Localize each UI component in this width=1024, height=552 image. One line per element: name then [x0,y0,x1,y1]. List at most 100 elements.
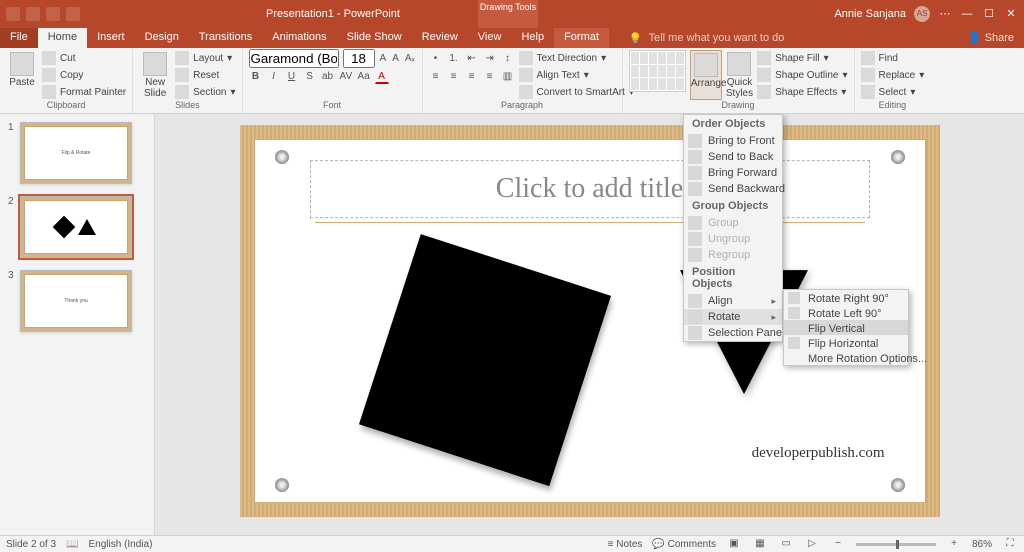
format-painter-button[interactable]: Format Painter [42,84,126,100]
menu-rotate-left-90[interactable]: Rotate Left 90° [784,305,908,320]
arrange-button[interactable]: Arrange [690,50,722,100]
tab-home[interactable]: Home [38,28,87,48]
start-from-beginning-icon[interactable] [66,7,80,21]
user-avatar[interactable]: AS [914,6,930,22]
shadow-button[interactable]: ab [321,68,335,84]
slide-counter[interactable]: Slide 2 of 3 [6,539,56,550]
decrease-font-icon[interactable]: A [391,50,400,66]
normal-view-icon[interactable]: ▣ [726,537,742,551]
slide-thumbnail-2[interactable] [20,196,132,258]
undo-icon[interactable] [26,7,40,21]
tab-slideshow[interactable]: Slide Show [337,28,412,48]
menu-send-to-back[interactable]: Send to Back [684,149,782,165]
menu-flip-vertical[interactable]: Flip Vertical [784,320,908,335]
title-placeholder[interactable]: Click to add title [310,160,870,218]
tab-help[interactable]: Help [511,28,554,48]
line-spacing-icon[interactable]: ↕ [501,50,515,66]
tab-view[interactable]: View [468,28,512,48]
increase-font-icon[interactable]: A [379,50,388,66]
tab-animations[interactable]: Animations [262,28,336,48]
menu-flip-horizontal[interactable]: Flip Horizontal [784,335,908,350]
align-right-icon[interactable]: ≡ [465,68,479,84]
reading-view-icon[interactable]: ▭ [778,537,794,551]
tab-transitions[interactable]: Transitions [189,28,262,48]
copy-button[interactable]: Copy [42,67,126,83]
font-name-input[interactable] [249,49,339,68]
justify-icon[interactable]: ≡ [483,68,497,84]
font-size-input[interactable] [343,49,375,68]
shape-effects-button[interactable]: Shape Effects ▾ [757,84,847,100]
slide-sorter-icon[interactable]: ▦ [752,537,768,551]
select-button[interactable]: Select ▾ [861,84,925,100]
language-indicator[interactable]: English (India) [89,539,153,550]
cut-button[interactable]: Cut [42,50,126,66]
maximize-icon[interactable]: ☐ [982,7,996,21]
tab-format[interactable]: Format [554,28,609,48]
quick-access-toolbar [0,7,86,21]
numbering-icon[interactable]: 1. [447,50,461,66]
zoom-out-button[interactable]: − [830,537,846,551]
menu-bring-forward[interactable]: Bring Forward [684,165,782,181]
font-color-button[interactable]: A [375,68,389,84]
zoom-level[interactable]: 86% [972,539,992,550]
replace-button[interactable]: Replace ▾ [861,67,925,83]
section-button[interactable]: Section ▾ [175,84,235,100]
char-spacing-button[interactable]: AV [339,68,353,84]
menu-more-rotation[interactable]: More Rotation Options... [784,350,908,365]
change-case-button[interactable]: Aa [357,68,371,84]
text-direction-button[interactable]: Text Direction ▾ [519,50,634,66]
ribbon-options-icon[interactable]: ⋯ [938,7,952,21]
menu-bring-to-front[interactable]: Bring to Front [684,133,782,149]
slide-editor[interactable]: Click to add title developerpublish.com … [155,114,1024,535]
shape-fill-button[interactable]: Shape Fill ▾ [757,50,847,66]
new-slide-button[interactable]: New Slide [139,50,171,100]
bold-button[interactable]: B [249,68,263,84]
decrease-indent-icon[interactable]: ⇤ [465,50,479,66]
shape-rotated-square[interactable] [358,234,610,486]
menu-send-backward[interactable]: Send Backward [684,181,782,197]
notes-button[interactable]: ≡ Notes [608,539,643,550]
slide-thumbnail-3[interactable]: Thank you [20,270,132,332]
italic-button[interactable]: I [267,68,281,84]
menu-rotate[interactable]: Rotate▸ [684,309,782,325]
tab-design[interactable]: Design [135,28,189,48]
slide-thumbnail-1[interactable]: Flip & Rotate [20,122,132,184]
find-button[interactable]: Find [861,50,925,66]
shape-outline-button[interactable]: Shape Outline ▾ [757,67,847,83]
bullets-icon[interactable]: • [429,50,443,66]
tell-me-search[interactable]: 💡 Tell me what you want to do [629,28,784,48]
redo-icon[interactable] [46,7,60,21]
share-button[interactable]: 👤 Share [958,28,1024,48]
quick-styles-button[interactable]: Quick Styles [726,50,753,100]
slideshow-view-icon[interactable]: ▷ [804,537,820,551]
shape-gallery[interactable] [629,50,686,92]
zoom-in-button[interactable]: + [946,537,962,551]
strike-button[interactable]: S [303,68,317,84]
menu-selection-pane[interactable]: Selection Pane... [684,325,782,341]
align-text-button[interactable]: Align Text ▾ [519,67,634,83]
paste-button[interactable]: Paste [6,50,38,100]
user-name[interactable]: Annie Sanjana [834,8,906,20]
smartart-button[interactable]: Convert to SmartArt ▾ [519,84,634,100]
zoom-slider[interactable] [856,543,936,546]
columns-icon[interactable]: ▥ [501,68,515,84]
comments-button[interactable]: 💬 Comments [652,539,716,550]
save-icon[interactable] [6,7,20,21]
close-icon[interactable]: ✕ [1004,7,1018,21]
align-center-icon[interactable]: ≡ [447,68,461,84]
tab-review[interactable]: Review [412,28,468,48]
fit-to-window-icon[interactable]: ⛶ [1002,537,1018,551]
layout-button[interactable]: Layout ▾ [175,50,235,66]
reset-button[interactable]: Reset [175,67,235,83]
tab-file[interactable]: File [0,28,38,48]
increase-indent-icon[interactable]: ⇥ [483,50,497,66]
menu-rotate-right-90[interactable]: Rotate Right 90° [784,290,908,305]
align-left-icon[interactable]: ≡ [429,68,443,84]
tab-insert[interactable]: Insert [87,28,135,48]
menu-align[interactable]: Align▸ [684,293,782,309]
minimize-icon[interactable]: — [960,7,974,21]
thumb-number: 1 [8,122,20,184]
clear-formatting-icon[interactable]: Aₓ [404,50,416,66]
underline-button[interactable]: U [285,68,299,84]
spellcheck-icon[interactable]: 📖 [66,539,78,550]
